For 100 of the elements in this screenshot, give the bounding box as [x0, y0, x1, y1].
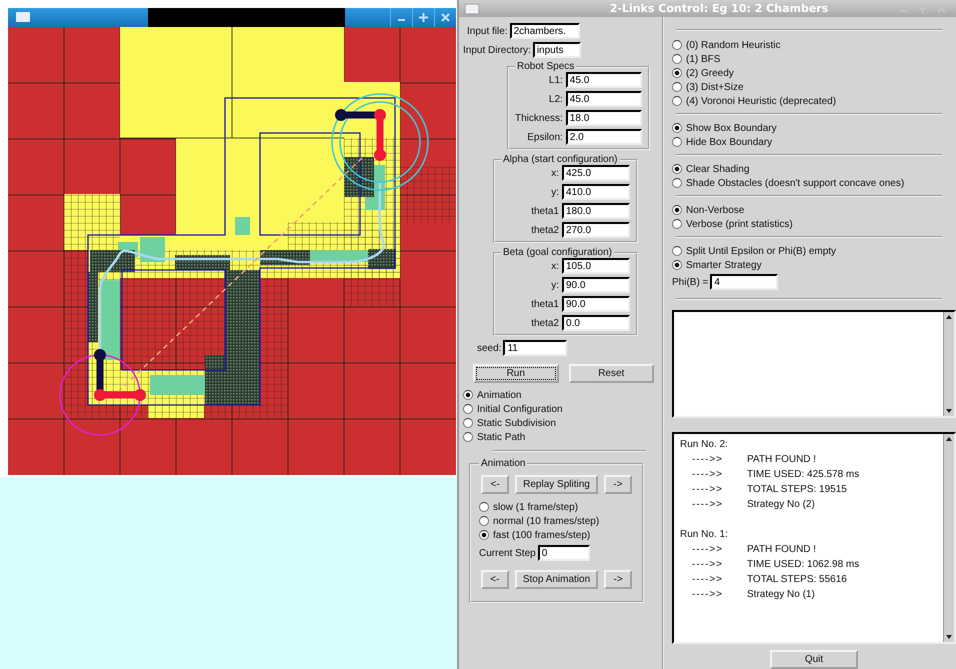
log-text: TIME USED: 1062.98 ms — [747, 558, 860, 572]
radio-label: Show Box Boundary — [686, 122, 777, 134]
radio-label: Smarter Strategy — [686, 260, 762, 270]
log-text: TOTAL STEPS: 55616 — [747, 573, 847, 587]
log-text: PATH FOUND ! — [747, 543, 816, 557]
radio-button[interactable] — [672, 219, 682, 229]
scrollbar[interactable] — [943, 434, 954, 642]
radio-label: normal (10 frames/step) — [493, 516, 600, 526]
window-icon[interactable] — [465, 4, 479, 14]
radio-label: (4) Voronoi Heuristic (deprecated) — [686, 96, 836, 106]
field-label: y: — [550, 280, 559, 290]
previous-button[interactable]: <- — [480, 570, 509, 589]
input-field[interactable]: 105.0 — [562, 258, 630, 274]
maximize-icon[interactable] — [419, 13, 428, 22]
input-field[interactable]: 45.0 — [566, 72, 642, 88]
log-text: TIME USED: 425.578 ms — [747, 468, 860, 482]
input-field[interactable]: 4 — [710, 274, 778, 290]
radio-button[interactable] — [672, 123, 682, 133]
input-field[interactable]: 45.0 — [566, 91, 642, 107]
input-field[interactable]: 270.0 — [562, 222, 630, 238]
radio-label: slow (1 frame/step) — [493, 502, 578, 512]
close-icon[interactable] — [441, 13, 450, 22]
radio-label: (0) Random Heuristic — [686, 40, 780, 50]
message-area[interactable] — [672, 310, 956, 418]
field-label: Current Step — [479, 548, 536, 558]
input-field[interactable]: 0.0 — [562, 315, 630, 331]
log-arrow: ---->> — [692, 468, 724, 482]
input-field[interactable]: 18.0 — [566, 110, 642, 126]
input-field[interactable]: 2chambers. — [510, 23, 580, 39]
log-area[interactable] — [672, 432, 956, 644]
radio-button[interactable] — [672, 68, 682, 78]
radio-button[interactable] — [672, 246, 682, 256]
next-button[interactable]: -> — [604, 570, 632, 589]
radio-label: (1) BFS — [686, 54, 720, 64]
input-field[interactable]: 90.0 — [562, 296, 630, 312]
window-title: 2-Links Control: Eg 10: 2 Chambers — [608, 2, 830, 15]
field-label: theta1 — [530, 298, 559, 310]
radio-button[interactable] — [479, 502, 489, 512]
action-button[interactable]: Reset — [568, 364, 654, 383]
scrollbar[interactable] — [943, 312, 954, 416]
radio-label: Static Path — [477, 432, 526, 442]
input-field[interactable]: 410.0 — [562, 184, 630, 200]
radio-button[interactable] — [672, 82, 682, 92]
input-field[interactable]: 0 — [538, 545, 590, 561]
radio-button[interactable] — [672, 96, 682, 106]
field-label: Phi(B) = — [672, 276, 708, 288]
log-heading: Run No. 2: — [680, 438, 729, 452]
log-arrow: ---->> — [692, 558, 724, 572]
radio-label: Animation — [477, 390, 522, 400]
field-label: Thickness: — [515, 112, 563, 124]
field-label: L1: — [548, 74, 563, 86]
radio-button[interactable] — [672, 178, 682, 188]
field-label: theta2 — [530, 318, 559, 328]
field-label: theta2 — [530, 224, 559, 236]
group-title: Beta (goal configuration) — [502, 247, 613, 258]
radio-button[interactable] — [672, 260, 682, 270]
field-label: Input Directory: — [463, 44, 531, 56]
group-title: Robot Specs — [516, 61, 576, 72]
field-label: L2: — [548, 94, 563, 104]
field-label: x: — [550, 168, 559, 178]
radio-button[interactable] — [672, 54, 682, 64]
radio-label: Static Subdivision — [477, 418, 556, 428]
input-field[interactable]: inputs — [532, 42, 581, 58]
log-arrow: ---->> — [692, 498, 724, 512]
action-button[interactable]: Run — [473, 364, 558, 383]
action-button[interactable]: Stop Animation — [514, 570, 598, 589]
radio-label: (2) Greedy — [686, 68, 734, 78]
input-field[interactable]: 2.0 — [566, 129, 642, 145]
input-field[interactable]: 90.0 — [562, 277, 630, 293]
log-text: Strategy No (1) — [747, 588, 815, 602]
input-field[interactable]: 180.0 — [562, 203, 630, 219]
radio-label: Split Until Epsilon or Phi(B) empty — [686, 246, 836, 256]
radio-label: Non-Verbose — [686, 204, 744, 216]
radio-button[interactable] — [672, 40, 682, 50]
radio-button[interactable] — [672, 164, 682, 174]
action-button[interactable]: Replay Spliting — [515, 475, 598, 494]
radio-label: (3) Dist+Size — [686, 82, 744, 92]
radio-label: Clear Shading — [686, 164, 750, 174]
radio-button[interactable] — [463, 418, 473, 428]
field-label: y: — [550, 186, 559, 198]
group-title: Animation — [480, 458, 526, 469]
field-label: theta1 — [530, 206, 559, 216]
input-field[interactable]: 425.0 — [562, 165, 630, 181]
previous-button[interactable]: <- — [481, 475, 510, 494]
log-arrow: ---->> — [692, 543, 724, 557]
log-text: TOTAL STEPS: 19515 — [747, 483, 847, 497]
radio-button[interactable] — [479, 516, 489, 526]
radio-button[interactable] — [672, 137, 682, 147]
log-arrow: ---->> — [692, 573, 724, 587]
log-arrow: ---->> — [692, 483, 724, 497]
next-button[interactable]: -> — [604, 475, 632, 494]
radio-button[interactable] — [479, 530, 489, 540]
radio-button[interactable] — [463, 390, 473, 400]
log-text: PATH FOUND ! — [747, 453, 816, 467]
log-arrow: ---->> — [692, 588, 724, 602]
radio-button[interactable] — [463, 404, 473, 414]
quit-button[interactable]: Quit — [770, 650, 858, 669]
radio-button[interactable] — [672, 205, 682, 215]
radio-button[interactable] — [463, 432, 473, 442]
input-field[interactable]: 11 — [503, 340, 568, 356]
